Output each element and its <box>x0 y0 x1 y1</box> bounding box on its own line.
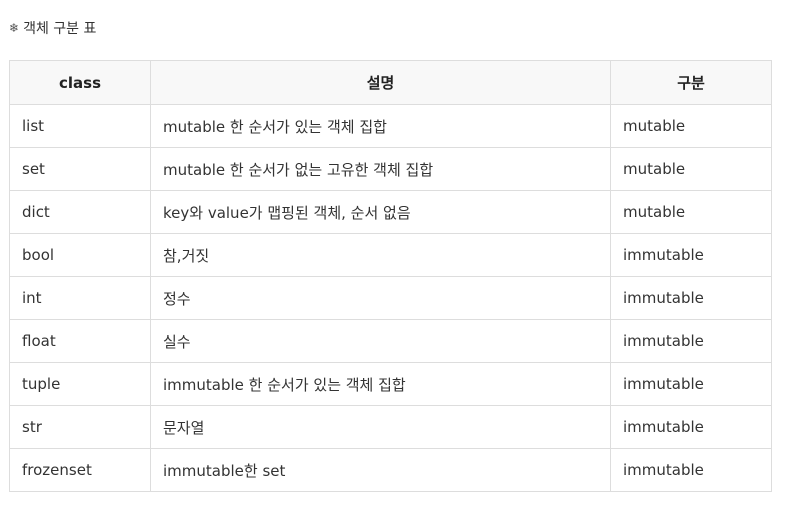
header-description: 설명 <box>150 60 611 105</box>
kind-cell: immutable <box>610 448 772 492</box>
class-cell: list <box>9 104 151 148</box>
description-cell: 문자열 <box>150 405 611 449</box>
class-cell: set <box>9 147 151 191</box>
class-cell: int <box>9 276 151 320</box>
table-caption: ❄ 객체 구분 표 <box>9 17 96 39</box>
table-header-row: class 설명 구분 <box>9 60 772 105</box>
description-cell: immutable한 set <box>150 448 611 492</box>
description-cell: mutable 한 순서가 있는 객체 집합 <box>150 104 611 148</box>
kind-cell: immutable <box>610 362 772 406</box>
kind-cell: immutable <box>610 233 772 277</box>
description-cell: 정수 <box>150 276 611 320</box>
class-cell: bool <box>9 233 151 277</box>
kind-cell: mutable <box>610 147 772 191</box>
table-row: tuple immutable 한 순서가 있는 객체 집합 immutable <box>9 362 772 406</box>
snowflake-mark-icon: ❄ <box>9 21 20 35</box>
table-row: float 실수 immutable <box>9 319 772 363</box>
description-cell: key와 value가 맵핑된 객체, 순서 없음 <box>150 190 611 234</box>
table-row: str 문자열 immutable <box>9 405 772 449</box>
class-cell: frozenset <box>9 448 151 492</box>
kind-cell: immutable <box>610 276 772 320</box>
header-class: class <box>9 60 151 105</box>
description-cell: immutable 한 순서가 있는 객체 집합 <box>150 362 611 406</box>
kind-cell: immutable <box>610 319 772 363</box>
table-row: dict key와 value가 맵핑된 객체, 순서 없음 mutable <box>9 190 772 234</box>
table-row: set mutable 한 순서가 없는 고유한 객체 집합 mutable <box>9 147 772 191</box>
description-cell: 실수 <box>150 319 611 363</box>
class-cell: str <box>9 405 151 449</box>
object-type-table: class 설명 구분 list mutable 한 순서가 있는 객체 집합 … <box>9 60 772 492</box>
table-row: list mutable 한 순서가 있는 객체 집합 mutable <box>9 104 772 148</box>
table-caption-text: 객체 구분 표 <box>23 21 97 37</box>
class-cell: dict <box>9 190 151 234</box>
class-cell: tuple <box>9 362 151 406</box>
class-cell: float <box>9 319 151 363</box>
kind-cell: mutable <box>610 190 772 234</box>
header-kind: 구분 <box>610 60 772 105</box>
table-row: frozenset immutable한 set immutable <box>9 448 772 492</box>
kind-cell: mutable <box>610 104 772 148</box>
description-cell: mutable 한 순서가 없는 고유한 객체 집합 <box>150 147 611 191</box>
kind-cell: immutable <box>610 405 772 449</box>
description-cell: 참,거짓 <box>150 233 611 277</box>
table-row: bool 참,거짓 immutable <box>9 233 772 277</box>
table-row: int 정수 immutable <box>9 276 772 320</box>
